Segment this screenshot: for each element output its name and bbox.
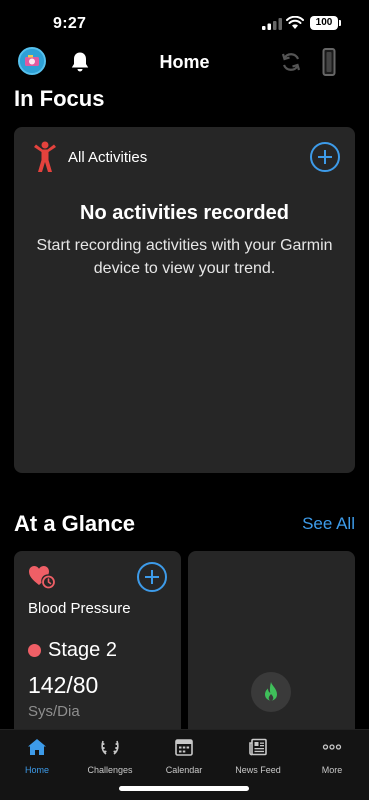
tab-label: Calendar	[165, 765, 203, 775]
activity-figure-icon	[34, 141, 56, 172]
status-bar: 9:27 100	[0, 0, 369, 44]
tab-label: More	[321, 765, 343, 775]
activity-filter-label: All Activities	[68, 149, 148, 166]
battery-indicator: 100	[310, 16, 341, 30]
stage-indicator-dot	[28, 644, 41, 657]
laurel-icon	[101, 740, 119, 755]
home-icon	[28, 739, 46, 755]
tab-label: News Feed	[235, 765, 281, 775]
empty-state-text: Start recording activities with your Gar…	[36, 237, 333, 277]
sync-icon[interactable]	[279, 50, 303, 74]
tab-calendar[interactable]: Calendar	[147, 738, 221, 775]
tab-challenges[interactable]: Challenges	[73, 738, 147, 775]
flame-badge	[251, 672, 291, 712]
wifi-icon	[286, 16, 304, 29]
heart-clock-icon	[29, 566, 55, 589]
blood-pressure-value: 142/80	[28, 672, 99, 698]
blood-pressure-label: Blood Pressure	[28, 600, 131, 617]
tab-label: Challenges	[87, 765, 133, 775]
signal-icon	[262, 18, 282, 30]
in-focus-card[interactable]: All Activities No activities recorded St…	[14, 127, 355, 473]
tab-more[interactable]: More	[295, 738, 369, 775]
at-a-glance-title: At a Glance	[14, 511, 136, 536]
newsfeed-icon	[249, 738, 267, 756]
tab-news-feed[interactable]: News Feed	[221, 738, 295, 775]
page-title: Home	[159, 52, 210, 72]
calories-card[interactable]	[188, 551, 355, 741]
blood-pressure-unit: Sys/Dia	[28, 703, 80, 720]
see-all-link[interactable]: See All	[302, 514, 355, 534]
flame-icon	[265, 682, 277, 701]
status-time: 9:27	[53, 15, 87, 32]
in-focus-title: In Focus	[14, 86, 105, 111]
more-icon	[322, 744, 342, 750]
device-icon[interactable]	[322, 48, 336, 76]
blood-pressure-card[interactable]: Blood Pressure Stage 2 142/80 Sys/Dia	[14, 551, 181, 741]
tab-label: Home	[24, 765, 49, 775]
home-indicator[interactable]	[119, 786, 249, 791]
add-blood-pressure-button[interactable]	[137, 562, 167, 592]
calendar-icon	[175, 739, 193, 756]
add-focus-button[interactable]	[310, 142, 340, 172]
tab-home[interactable]: Home	[0, 738, 74, 775]
nav-bar: Home	[0, 44, 369, 84]
blood-pressure-stage: Stage 2	[48, 639, 117, 661]
empty-state-title: No activities recorded	[80, 202, 289, 224]
